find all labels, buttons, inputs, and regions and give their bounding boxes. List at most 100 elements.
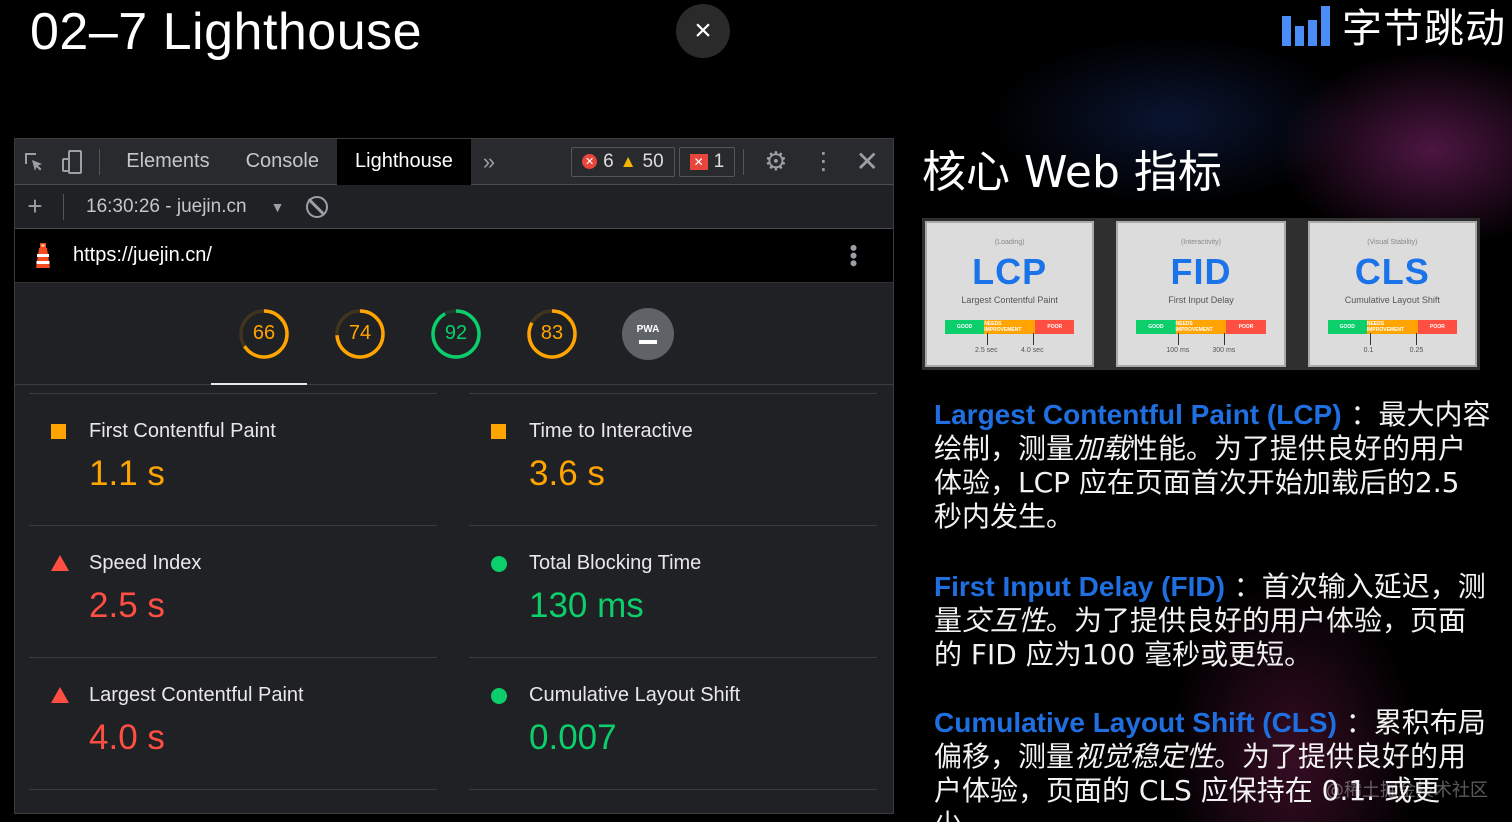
card-fullname: Cumulative Layout Shift bbox=[1344, 295, 1440, 305]
metric-item: Largest Contentful Paint 4.0 s bbox=[29, 657, 437, 789]
gauge-score: 66 bbox=[252, 322, 276, 344]
card-fullname: First Input Delay bbox=[1168, 295, 1234, 305]
fid-term: First Input Delay (FID) bbox=[934, 571, 1225, 602]
lighthouse-logo-icon bbox=[33, 242, 53, 270]
issues-counter[interactable]: ✕ 1 bbox=[678, 146, 736, 177]
fid-description: First Input Delay (FID) ：首次输入延迟，测量交互性。为了… bbox=[934, 570, 1494, 672]
metrics-grid: First Contentful Paint 1.1 s Time to Int… bbox=[15, 385, 893, 805]
new-report-plus-icon[interactable]: + bbox=[15, 191, 55, 222]
vital-card-fid: (Interactivity) FID First Input Delay GO… bbox=[1116, 221, 1286, 367]
metric-indicator-icon bbox=[491, 688, 507, 704]
metric-item: Time to Interactive 3.6 s bbox=[469, 393, 877, 525]
metric-value: 3.6 s bbox=[529, 454, 605, 493]
seg-good: GOOD bbox=[1327, 320, 1367, 334]
vital-card-lcp: (Loading) LCP Largest Contentful Paint G… bbox=[925, 221, 1095, 367]
threshold-bar: GOOD NEEDS IMPROVEMENT POOR bbox=[1327, 320, 1457, 334]
fid-emphasis: 交互性 bbox=[962, 604, 1047, 637]
devtools-tabbar: Elements Console Lighthouse » ✕ 6 ▲ 50 ✕… bbox=[15, 139, 893, 185]
card-acronym: FID bbox=[1170, 251, 1232, 292]
threshold-pin bbox=[1033, 333, 1034, 345]
devtools-panel: Elements Console Lighthouse » ✕ 6 ▲ 50 ✕… bbox=[14, 138, 894, 814]
threshold-bar: GOOD NEEDS IMPROVEMENT POOR bbox=[945, 320, 1075, 334]
issue-count: 1 bbox=[713, 150, 725, 172]
card-acronym: LCP bbox=[972, 251, 1048, 292]
seg-needs-improvement: NEEDS IMPROVEMENT bbox=[984, 320, 1036, 334]
seo-gauge[interactable]: 83 bbox=[526, 308, 578, 360]
metric-value: 1.1 s bbox=[89, 454, 165, 493]
metric-value: 2.5 s bbox=[89, 586, 165, 625]
device-toolbar-icon[interactable] bbox=[53, 139, 91, 185]
error-icon: ✕ bbox=[582, 154, 598, 169]
tab-lighthouse[interactable]: Lighthouse bbox=[337, 139, 471, 185]
lcp-term: Largest Contentful Paint (LCP) bbox=[934, 399, 1342, 430]
tick-label: 2.5 sec bbox=[975, 347, 998, 354]
divider bbox=[743, 148, 745, 175]
tick-label: 100 ms bbox=[1166, 347, 1190, 354]
slide-title: 02–7 Lighthouse bbox=[30, 3, 423, 61]
seg-good: GOOD bbox=[1136, 320, 1176, 334]
vitals-cards: (Loading) LCP Largest Contentful Paint G… bbox=[922, 218, 1480, 370]
lcp-description: Largest Contentful Paint (LCP) ：最大内容绘制，测… bbox=[934, 398, 1494, 534]
warning-count: 50 bbox=[642, 150, 664, 172]
metric-item: Speed Index 2.5 s bbox=[29, 525, 437, 657]
metric-item: First Contentful Paint 1.1 s bbox=[29, 393, 437, 525]
tick-label: 300 ms bbox=[1212, 347, 1236, 354]
close-button[interactable]: × bbox=[676, 4, 730, 58]
threshold-pin bbox=[1415, 333, 1417, 345]
pwa-badge[interactable]: PWA bbox=[622, 307, 674, 360]
metric-divider bbox=[29, 789, 437, 799]
seg-poor: POOR bbox=[1226, 320, 1266, 334]
gauge-score: 92 bbox=[444, 322, 468, 344]
inspect-element-icon[interactable] bbox=[15, 139, 53, 185]
divider bbox=[63, 193, 64, 220]
lighthouse-toolbar: + 16:30:26 - juejin.cn ▼ bbox=[15, 185, 893, 229]
threshold-pin bbox=[987, 333, 988, 345]
divider bbox=[99, 148, 101, 175]
core-web-vitals-title: 核心 Web 指标 bbox=[922, 147, 1222, 198]
close-devtools-icon[interactable]: ✕ bbox=[848, 145, 893, 178]
more-options-icon[interactable]: ⋮ bbox=[800, 149, 848, 174]
tab-console[interactable]: Console bbox=[228, 139, 337, 185]
watermark: @稀土掘金技术社区 bbox=[1326, 780, 1488, 801]
report-url: https://juejin.cn/ bbox=[73, 244, 212, 266]
more-tabs-icon[interactable]: » bbox=[471, 149, 507, 175]
best-practices-gauge[interactable]: 92 bbox=[430, 308, 482, 360]
threshold-pin bbox=[1369, 333, 1371, 345]
tab-elements[interactable]: Elements bbox=[108, 139, 227, 185]
card-category: (Interactivity) bbox=[1180, 239, 1222, 246]
metric-label: Total Blocking Time bbox=[529, 552, 702, 574]
metric-value: 0.007 bbox=[529, 718, 617, 757]
brand-bars-icon bbox=[1282, 4, 1330, 46]
metric-item: Total Blocking Time 130 ms bbox=[469, 525, 877, 657]
metric-value: 4.0 s bbox=[89, 718, 165, 757]
pwa-dash-icon bbox=[639, 339, 657, 344]
gauge-score: 74 bbox=[348, 322, 372, 344]
tick-label: 0.25 bbox=[1409, 347, 1424, 354]
issue-icon: ✕ bbox=[689, 153, 708, 170]
clear-reports-icon[interactable] bbox=[306, 195, 329, 218]
settings-gear-icon[interactable]: ⚙ bbox=[752, 146, 799, 177]
threshold-pin bbox=[1178, 333, 1180, 345]
score-gauges: 66 74 92 83 PWA bbox=[15, 283, 893, 385]
lcp-emphasis: 加载 bbox=[1074, 432, 1131, 465]
tick-label: 0.1 bbox=[1363, 347, 1374, 354]
console-messages-counter[interactable]: ✕ 6 ▲ 50 bbox=[571, 146, 675, 177]
metric-indicator-icon bbox=[51, 424, 66, 439]
brand-name: 字节跳动 bbox=[1342, 6, 1506, 52]
cls-emphasis: 视觉稳定性 bbox=[1074, 740, 1215, 773]
vital-card-cls: (Visual Stability) CLS Cumulative Layout… bbox=[1307, 221, 1477, 367]
chevron-down-icon[interactable]: ▼ bbox=[271, 199, 285, 215]
metric-label: Cumulative Layout Shift bbox=[529, 684, 741, 706]
cls-term: Cumulative Layout Shift (CLS) bbox=[934, 707, 1337, 738]
metric-indicator-icon bbox=[51, 687, 69, 703]
cls-description: Cumulative Layout Shift (CLS) ：累积布局偏移，测量… bbox=[934, 706, 1494, 822]
accessibility-gauge[interactable]: 74 bbox=[334, 308, 386, 360]
report-menu-icon[interactable]: ••• bbox=[841, 244, 866, 267]
threshold-bar: GOOD NEEDS IMPROVEMENT POOR bbox=[1136, 320, 1266, 334]
report-selector[interactable]: 16:30:26 - juejin.cn bbox=[72, 196, 247, 218]
metric-indicator-icon bbox=[491, 424, 506, 439]
report-url-bar: https://juejin.cn/ ••• bbox=[15, 229, 893, 283]
metric-item: Cumulative Layout Shift 0.007 bbox=[469, 657, 877, 789]
performance-gauge[interactable]: 66 bbox=[238, 308, 290, 360]
metric-indicator-icon bbox=[51, 555, 69, 571]
